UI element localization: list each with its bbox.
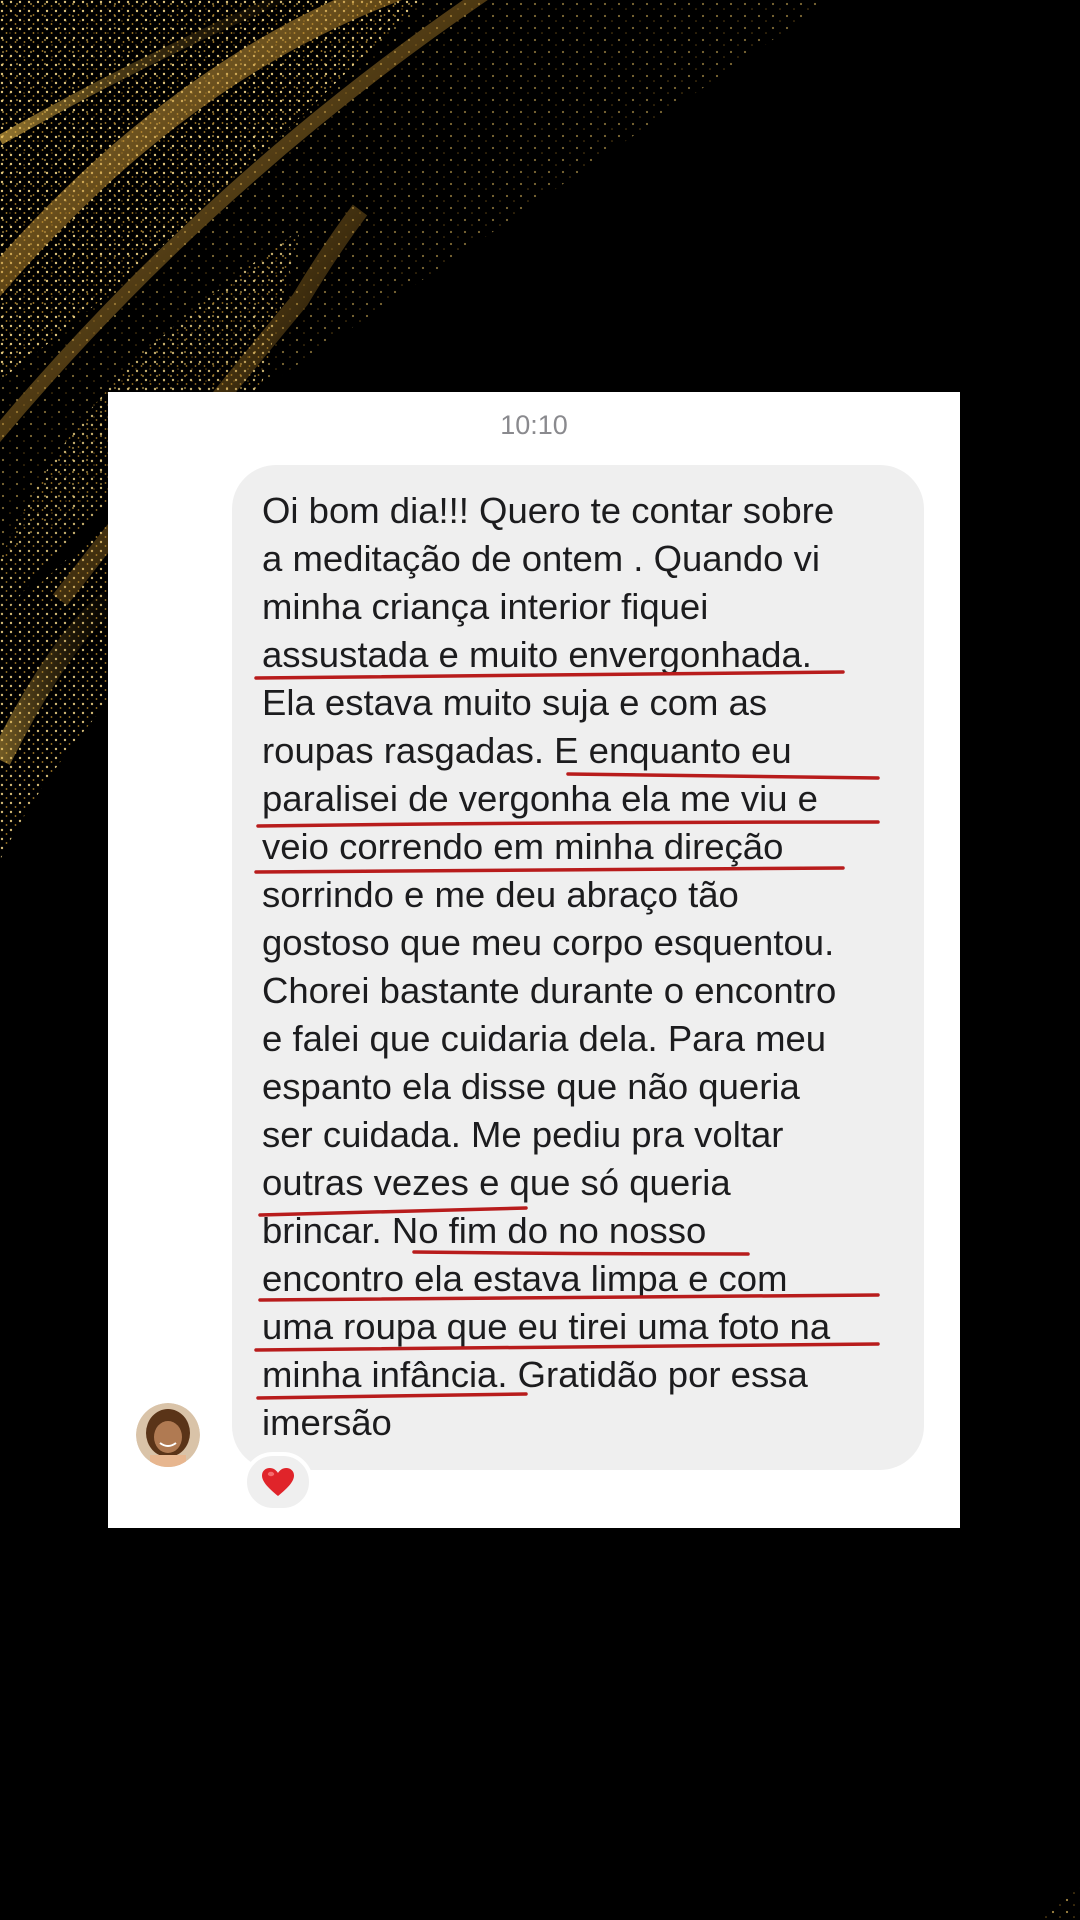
message-line: Chorei bastante durante o encontro (262, 970, 837, 1011)
message-line: paralisei de vergonha ela me viu e (262, 778, 818, 819)
message-line: veio correndo em minha direção (262, 826, 784, 867)
message-line: uma roupa que eu tirei uma foto na (262, 1306, 831, 1347)
message-line: Ela estava muito suja e com as (262, 682, 768, 723)
message-line: roupas rasgadas. E enquanto eu (262, 730, 792, 771)
message-line: imersão (262, 1402, 392, 1443)
message-bubble[interactable]: Oi bom dia!!! Quero te contar sobre a me… (232, 465, 924, 1470)
message-line: ser cuidada. Me pediu pra voltar (262, 1114, 784, 1155)
message-line: encontro ela estava limpa e com (262, 1258, 788, 1299)
message-line: minha criança interior fiquei (262, 586, 709, 627)
message-line: sorrindo e me deu abraço tão (262, 874, 739, 915)
message-line: e falei que cuidaria dela. Para meu (262, 1018, 827, 1059)
red-heart-icon (262, 1468, 294, 1496)
message-line: Oi bom dia!!! Quero te contar sobre (262, 490, 835, 531)
message-line: a meditação de ontem . Quando vi (262, 538, 820, 579)
heart-reaction[interactable] (243, 1452, 313, 1512)
message-line: outras vezes e que só queria (262, 1162, 731, 1203)
message-line: minha infância. Gratidão por essa (262, 1354, 808, 1395)
message-line: assustada e muito envergonhada. (262, 634, 812, 675)
message-line: gostoso que meu corpo esquentou. (262, 922, 835, 963)
message-line: espanto ela disse que não queria (262, 1066, 800, 1107)
chat-screenshot-card: 10:10 Oi bom dia!!! Quero te contar sobr… (108, 392, 960, 1528)
message-line: brincar. No fim do no nosso (262, 1210, 707, 1251)
avatar[interactable] (136, 1403, 200, 1467)
message-timestamp: 10:10 (500, 410, 568, 440)
